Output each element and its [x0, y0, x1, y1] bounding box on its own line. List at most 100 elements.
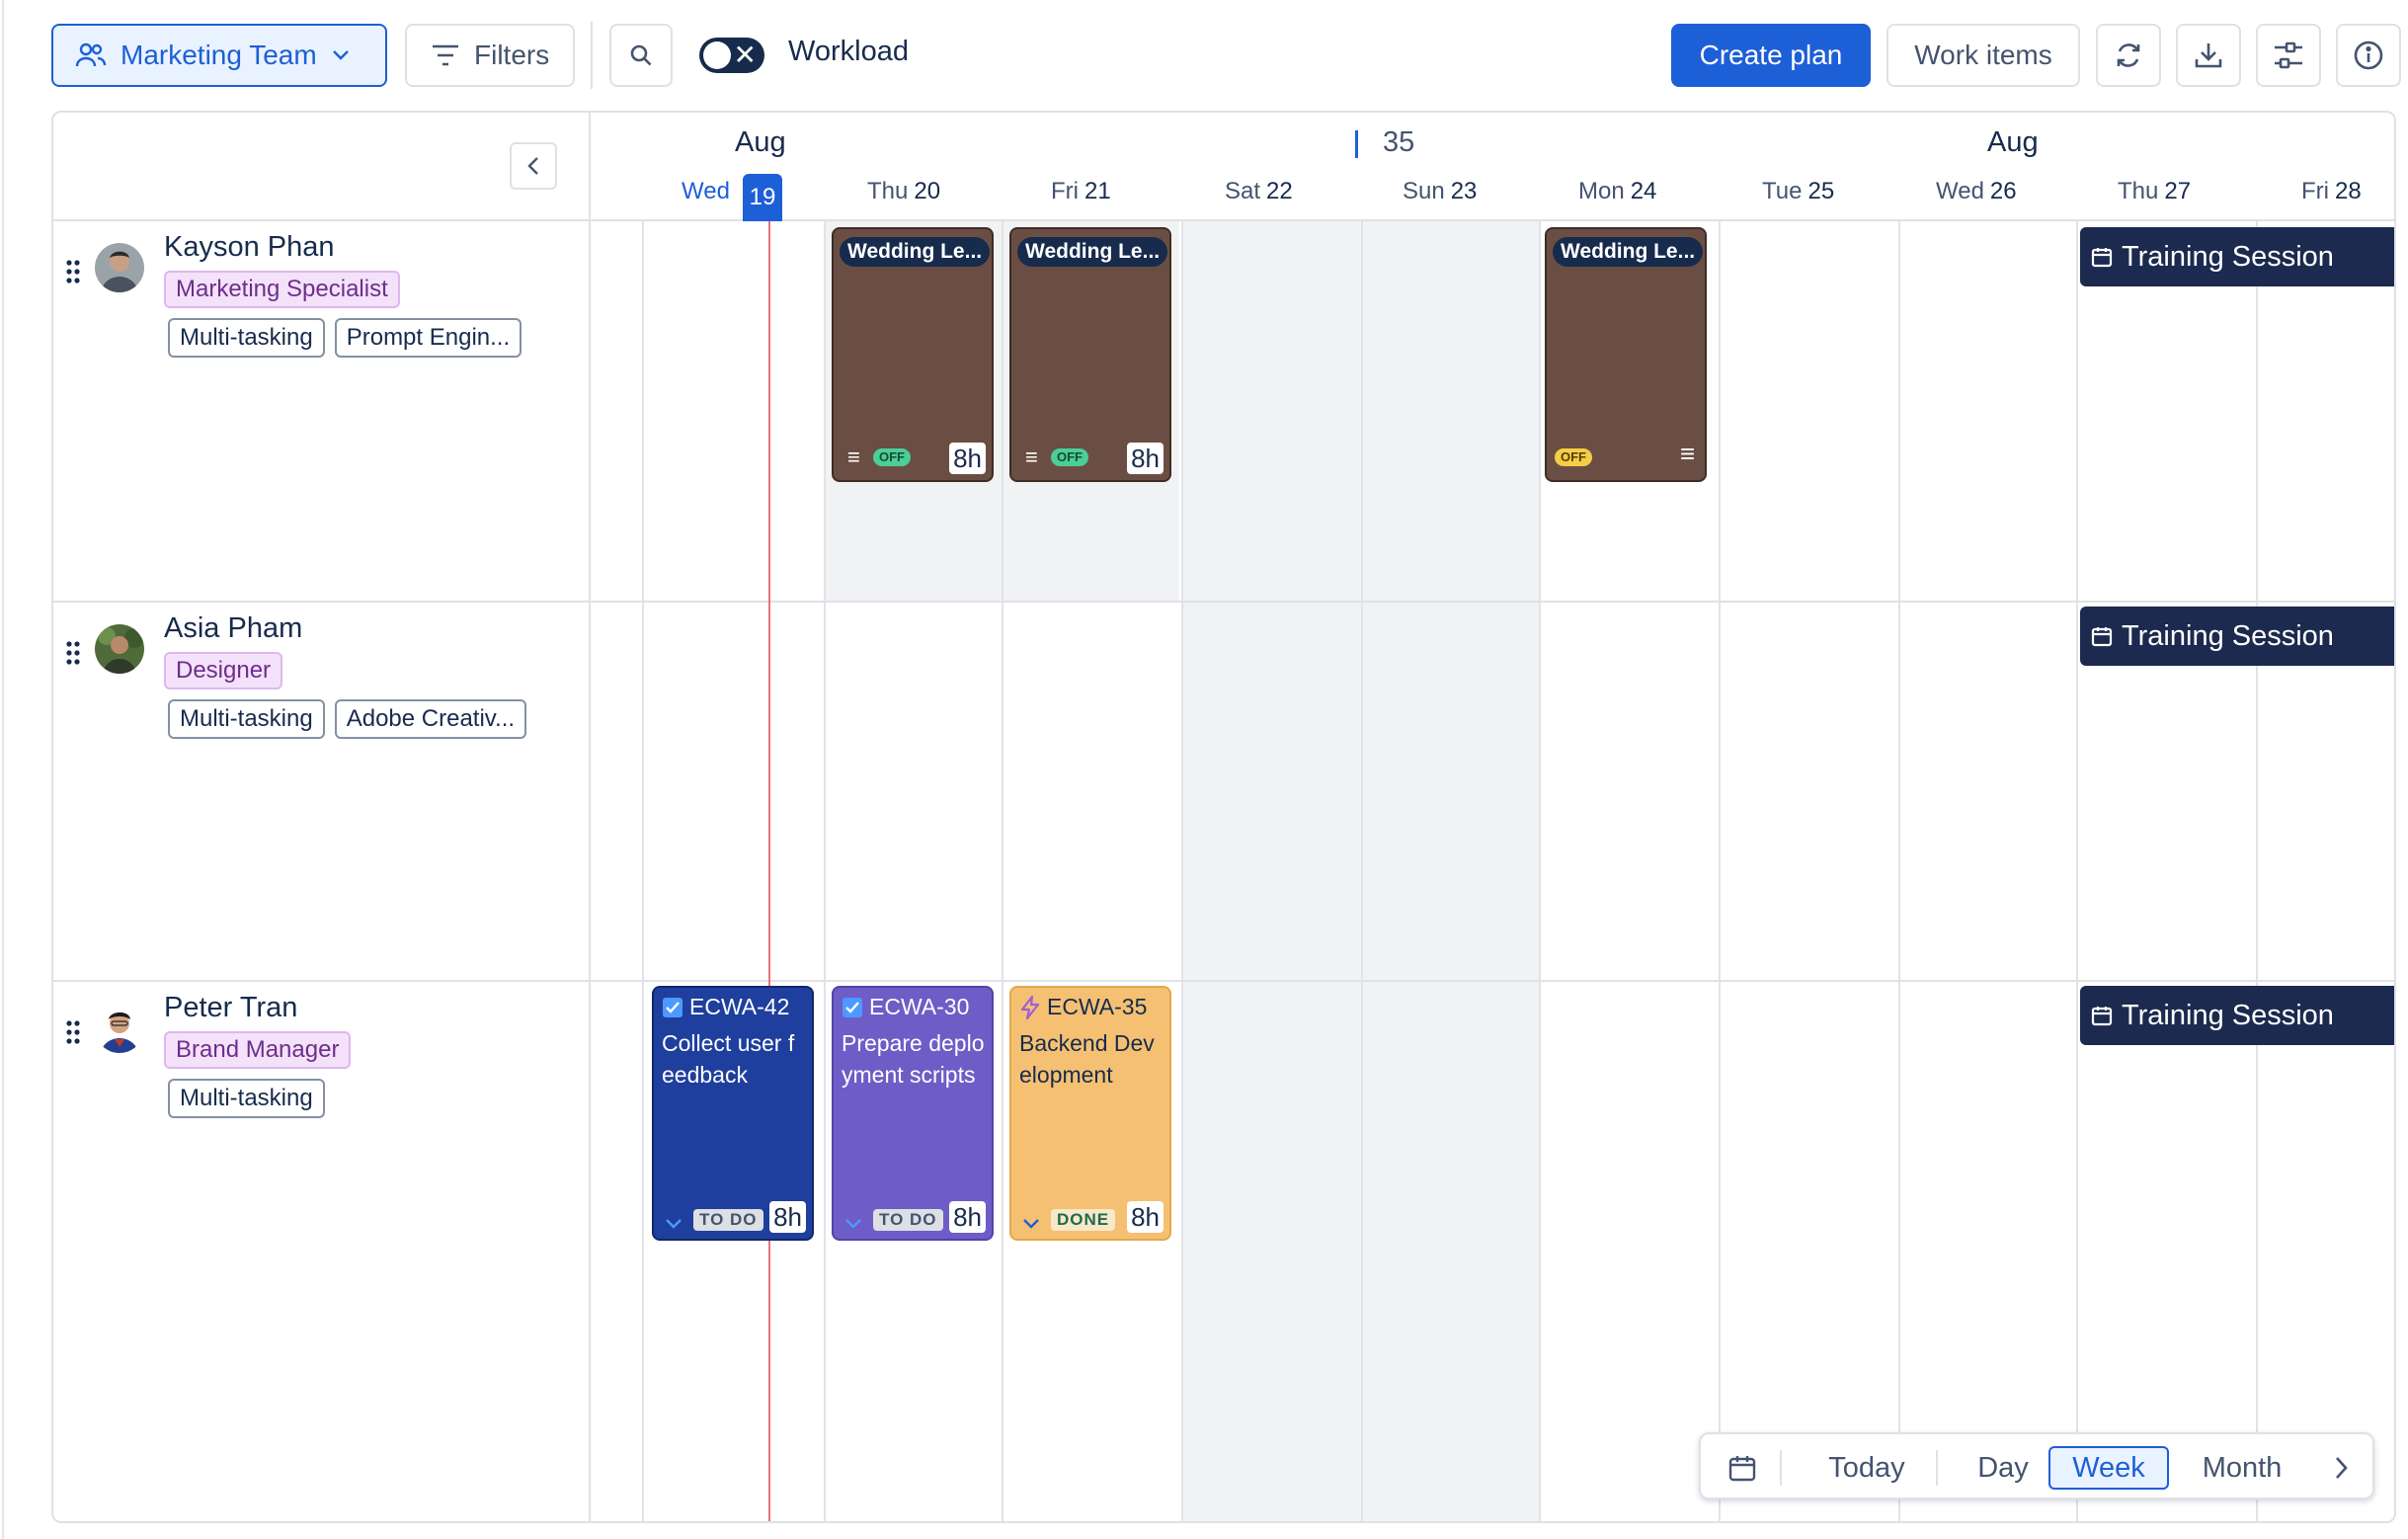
toggle-knob	[703, 41, 731, 69]
drag-handle-icon[interactable]	[65, 259, 81, 284]
hours-badge: 8h	[1127, 443, 1164, 474]
skill-tag: Multi-tasking	[168, 1079, 325, 1118]
people-icon	[75, 42, 107, 67]
today-day-label: Wed	[682, 178, 730, 204]
drag-handle-icon[interactable]	[65, 640, 81, 666]
person-row[interactable]: Kayson Phan Marketing Specialist Multi-t…	[53, 221, 587, 601]
settings-button[interactable]	[2256, 24, 2321, 87]
skill-tag: Adobe Creativ...	[334, 699, 527, 739]
hours-badge: 8h	[769, 1201, 806, 1233]
next-period-button[interactable]	[2321, 1446, 2361, 1490]
team-selector-button[interactable]: Marketing Team	[51, 24, 387, 87]
info-button[interactable]	[2336, 24, 2401, 87]
team-label: Marketing Team	[120, 40, 317, 70]
calendar-icon	[2091, 627, 2113, 647]
person-name[interactable]: Peter Tran	[164, 992, 297, 1024]
week-view-button[interactable]: Week	[2048, 1446, 2169, 1490]
filters-label: Filters	[474, 40, 550, 70]
avatar	[95, 1004, 144, 1053]
training-session-bar[interactable]: Training Session	[2080, 227, 2394, 286]
leave-title: Wedding Le...	[840, 237, 991, 267]
training-session-bar[interactable]: Training Session	[2080, 986, 2394, 1045]
training-label: Training Session	[2122, 999, 2334, 1031]
leave-card[interactable]: Wedding Le... ≡ OFF 8h	[832, 227, 994, 482]
leave-title: Wedding Le...	[1017, 237, 1168, 267]
toolbar: Marketing Team Filters ✕ Workload Create…	[0, 0, 2408, 111]
person-row[interactable]: Asia Pham Designer Multi-tasking Adobe C…	[53, 603, 587, 982]
chevron-down-icon	[1023, 1219, 1039, 1229]
task-key: ECWA-30	[842, 994, 969, 1020]
collapse-sidebar-button[interactable]	[510, 142, 557, 190]
task-key: ECWA-35	[1019, 994, 1147, 1020]
drag-handle-icon[interactable]	[65, 1019, 81, 1045]
month-label: Aug	[1987, 126, 2039, 158]
task-card[interactable]: ECWA-35 Backend Development DONE 8h	[1009, 986, 1171, 1241]
skill-list: Multi-tasking	[168, 1079, 325, 1118]
month-view-button[interactable]: Month	[2177, 1446, 2307, 1490]
date-picker-button[interactable]	[1721, 1446, 1764, 1490]
calendar-icon	[2091, 248, 2113, 268]
info-icon	[2354, 40, 2383, 70]
day-header: Sun 23	[1403, 178, 1478, 204]
leave-title: Wedding Le...	[1553, 237, 1704, 267]
status-badge: TO DO	[873, 1209, 943, 1231]
skill-list: Multi-tasking Prompt Engin...	[168, 318, 522, 358]
day-header: Mon 24	[1578, 178, 1657, 204]
column-line	[1719, 221, 1721, 1521]
menu-icon: ≡	[1025, 445, 1038, 469]
column-line	[1181, 221, 1183, 1521]
task-key: ECWA-42	[662, 994, 789, 1020]
today-button[interactable]: Today	[1800, 1446, 1934, 1490]
refresh-button[interactable]	[2096, 24, 2161, 87]
filters-button[interactable]: Filters	[405, 24, 575, 87]
workload-toggle[interactable]: ✕	[699, 38, 764, 73]
task-card[interactable]: ECWA-42 Collect user feedback TO DO 8h	[652, 986, 814, 1241]
person-name[interactable]: Kayson Phan	[164, 231, 335, 264]
role-badge: Marketing Specialist	[164, 271, 400, 308]
person-name[interactable]: Asia Pham	[164, 612, 302, 645]
skill-tag: Prompt Engin...	[334, 318, 522, 358]
checkbox-icon	[663, 997, 682, 1017]
weekend-shade	[1181, 221, 1539, 1521]
hours-badge: 8h	[1127, 1201, 1164, 1233]
task-title: Collect user feedback	[662, 1030, 795, 1088]
status-badge: DONE	[1051, 1209, 1116, 1231]
task-title: Prepare deployment scripts	[842, 1030, 985, 1088]
chevron-left-icon	[527, 157, 538, 175]
chevron-down-icon	[332, 50, 349, 60]
avatar	[95, 624, 144, 674]
skill-list: Multi-tasking Adobe Creativ...	[168, 699, 527, 739]
day-header: Fri 28	[2301, 178, 2362, 204]
window-left-edge	[2, 0, 4, 1539]
training-session-bar[interactable]: Training Session	[2080, 607, 2394, 666]
month-label: Aug	[735, 126, 786, 158]
week-number: 35	[1383, 126, 1415, 158]
menu-icon: ≡	[847, 445, 860, 469]
leave-card[interactable]: Wedding Le... OFF ≡	[1545, 227, 1707, 482]
team-timeline-grid: Aug 35 Aug Wed 19 Thu 20 Fri 21 Sat 22 Sun 2…	[51, 111, 2396, 1523]
chevron-right-icon	[2336, 1457, 2348, 1479]
sliders-icon	[2275, 41, 2302, 69]
day-header: Tue 25	[1762, 178, 1835, 204]
column-line	[1539, 221, 1541, 1521]
refresh-icon	[2117, 43, 2140, 67]
calendar-icon	[2091, 1007, 2113, 1026]
day-header: Fri 21	[1051, 178, 1111, 204]
day-header: Thu 27	[2118, 178, 2192, 204]
status-badge: TO DO	[693, 1209, 763, 1231]
hours-badge: 8h	[949, 443, 986, 474]
off-badge: OFF	[1555, 448, 1592, 466]
search-button[interactable]	[609, 24, 673, 87]
column-line	[824, 221, 826, 1521]
off-badge: OFF	[1051, 448, 1088, 466]
work-items-button[interactable]: Work items	[1886, 24, 2080, 87]
lightning-icon	[1020, 995, 1040, 1019]
person-row[interactable]: Peter Tran Brand Manager Multi-tasking	[53, 982, 587, 1361]
day-view-button[interactable]: Day	[1954, 1446, 2052, 1490]
task-card[interactable]: ECWA-30 Prepare deployment scripts TO DO…	[832, 986, 994, 1241]
today-indicator-line	[768, 221, 770, 1521]
create-plan-button[interactable]: Create plan	[1671, 24, 1871, 87]
leave-card[interactable]: Wedding Le... ≡ OFF 8h	[1009, 227, 1171, 482]
download-button[interactable]	[2176, 24, 2241, 87]
column-line	[1898, 221, 1900, 1521]
